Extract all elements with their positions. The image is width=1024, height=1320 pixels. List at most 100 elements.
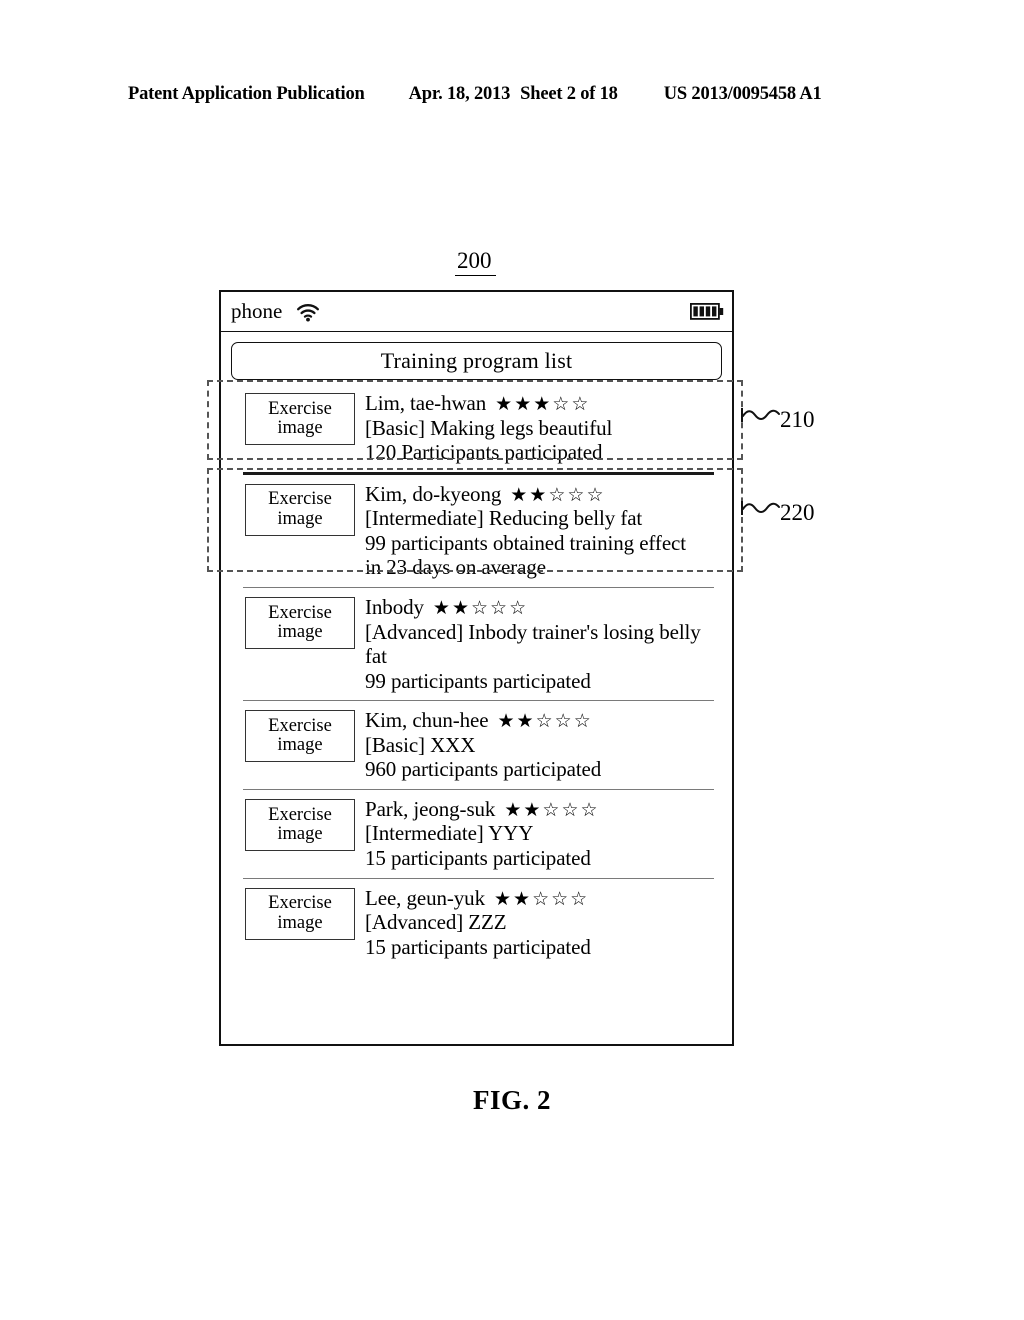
program-item-1[interactable]: Exercise image Kim, do-kyeong ★★☆☆☆ [Int…	[229, 475, 724, 587]
program-description: [Intermediate] Reducing belly fat	[365, 506, 643, 531]
thumbnail-line-2: image	[277, 912, 323, 933]
trainer-name-row: Lim, tae-hwan ★★★☆☆	[365, 391, 724, 416]
thumbnail-line-2: image	[277, 621, 323, 642]
star-empty-icon: ☆	[532, 887, 552, 910]
callout-label-220: 220	[780, 500, 815, 525]
program-participants: 15 participants participated	[365, 934, 591, 959]
phone-screen: Training program list Exercise image Lim…	[221, 332, 732, 1044]
trainer-name-row: Lee, geun-yuk ★★☆☆☆	[365, 886, 724, 911]
phone-device-frame: phone Training program list Exercise ima…	[219, 290, 734, 1046]
program-item-text: Kim, do-kyeong ★★☆☆☆ [Intermediate] Redu…	[365, 482, 724, 580]
rating-stars: ★★★☆☆	[495, 395, 590, 414]
program-item-4[interactable]: Exercise image Park, jeong-suk ★★☆☆☆ [In…	[229, 790, 724, 878]
star-empty-icon: ☆	[471, 596, 491, 619]
program-participants: 120 Participants participated	[365, 440, 603, 465]
thumbnail-line-2: image	[277, 508, 323, 529]
trainer-name-row: Kim, chun-hee ★★☆☆☆	[365, 708, 724, 733]
publication-date: Apr. 18, 2013	[408, 84, 511, 104]
program-participants: 99 participants obtained training effect	[365, 530, 686, 555]
thumbnail-line-1: Exercise	[268, 715, 332, 736]
thumbnail-line-2: image	[277, 735, 323, 756]
star-empty-icon: ☆	[580, 798, 600, 821]
thumbnail-line-2: image	[277, 418, 323, 438]
program-item-text: Inbody ★★☆☆☆ [Advanced] Inbody trainer's…	[365, 595, 724, 693]
star-filled-icon: ★	[495, 393, 515, 415]
star-empty-icon: ☆	[552, 393, 572, 415]
program-item-text: Kim, chun-hee ★★☆☆☆ [Basic] XXX 960 part…	[365, 708, 724, 782]
star-empty-icon: ☆	[542, 798, 562, 821]
star-filled-icon: ★	[451, 596, 471, 619]
program-item-text: Lim, tae-hwan ★★★☆☆ [Basic] Making legs …	[365, 391, 724, 465]
patent-number: US 2013/0095458 A1	[663, 84, 822, 104]
program-item-text: Park, jeong-suk ★★☆☆☆ [Intermediate] YYY…	[365, 797, 724, 871]
star-empty-icon: ☆	[586, 483, 606, 506]
thumbnail-line-1: Exercise	[268, 398, 332, 419]
exercise-image-thumbnail[interactable]: Exercise image	[245, 887, 355, 940]
program-item-3[interactable]: Exercise image Kim, chun-hee ★★☆☆☆ [Basi…	[229, 701, 724, 789]
program-description: [Basic] Making legs beautiful	[365, 415, 613, 440]
star-filled-icon: ★	[513, 887, 533, 910]
trainer-name: Park, jeong-suk	[365, 796, 496, 821]
sheet-number: Sheet 2 of 18	[520, 84, 618, 104]
program-description: [Advanced] Inbody trainer's losing belly…	[365, 619, 701, 669]
thumbnail-line-1: Exercise	[268, 804, 332, 825]
exercise-image-thumbnail[interactable]: Exercise image	[245, 483, 355, 536]
star-filled-icon: ★	[529, 483, 549, 506]
exercise-image-thumbnail[interactable]: Exercise image	[245, 710, 355, 763]
star-empty-icon: ☆	[509, 596, 529, 619]
wifi-icon	[296, 302, 320, 322]
star-empty-icon: ☆	[561, 798, 581, 821]
star-filled-icon: ★	[504, 798, 524, 821]
program-participants: 99 participants participated	[365, 668, 591, 693]
star-empty-icon: ☆	[548, 483, 568, 506]
rating-stars: ★★☆☆☆	[432, 596, 529, 619]
trainer-name: Inbody	[365, 594, 424, 619]
exercise-image-thumbnail[interactable]: Exercise image	[245, 393, 355, 445]
program-description: [Advanced] ZZZ	[365, 910, 507, 935]
figure-caption: FIG. 2	[472, 1085, 551, 1115]
training-program-list-title-bar: Training program list	[231, 342, 722, 380]
trainer-name: Lim, tae-hwan	[365, 391, 487, 415]
trainer-name: Kim, do-kyeong	[365, 481, 502, 506]
star-filled-icon: ★	[497, 710, 517, 733]
trainer-name: Kim, chun-hee	[365, 708, 489, 733]
star-empty-icon: ☆	[551, 887, 571, 910]
rating-stars: ★★☆☆☆	[498, 712, 593, 731]
star-empty-icon: ☆	[570, 887, 590, 910]
program-item-text: Lee, geun-yuk ★★☆☆☆ [Advanced] ZZZ 15 pa…	[365, 886, 724, 960]
training-program-list: Exercise image Lim, tae-hwan ★★★☆☆ [Basi…	[229, 384, 724, 966]
patent-page-header: Patent Application Publication Apr. 18, …	[128, 84, 896, 105]
page-title: Training program list	[380, 348, 573, 373]
rating-stars: ★★☆☆☆	[510, 483, 606, 506]
star-empty-icon: ☆	[490, 596, 510, 619]
rating-stars: ★★☆☆☆	[493, 887, 590, 910]
program-item-2[interactable]: Exercise image Inbody ★★☆☆☆ [Advanced] I…	[229, 588, 724, 700]
trainer-name-row: Kim, do-kyeong ★★☆☆☆	[365, 482, 724, 507]
star-filled-icon: ★	[432, 596, 452, 619]
star-filled-icon: ★	[510, 483, 530, 506]
star-filled-icon: ★	[514, 393, 534, 415]
star-filled-icon: ★	[516, 710, 536, 733]
device-reference-numeral: 200	[455, 248, 496, 277]
publication-label: Patent Application Publication	[128, 84, 365, 104]
rating-stars: ★★☆☆☆	[504, 798, 600, 821]
star-empty-icon: ☆	[571, 393, 591, 415]
star-empty-icon: ☆	[573, 710, 593, 733]
star-empty-icon: ☆	[554, 710, 574, 733]
star-filled-icon: ★	[533, 393, 553, 415]
exercise-image-thumbnail[interactable]: Exercise image	[245, 798, 355, 851]
trainer-name-row: Park, jeong-suk ★★☆☆☆	[365, 797, 724, 822]
star-filled-icon: ★	[493, 887, 514, 910]
program-description: [Intermediate] YYY	[365, 821, 534, 846]
battery-icon	[690, 303, 724, 320]
trainer-name-row: Inbody ★★☆☆☆	[365, 595, 724, 620]
program-item-5[interactable]: Exercise image Lee, geun-yuk ★★☆☆☆ [Adva…	[229, 879, 724, 967]
exercise-image-thumbnail[interactable]: Exercise image	[245, 596, 355, 649]
program-item-0[interactable]: Exercise image Lim, tae-hwan ★★★☆☆ [Basi…	[229, 384, 724, 472]
thumbnail-line-1: Exercise	[268, 893, 332, 914]
thumbnail-line-1: Exercise	[268, 489, 332, 510]
thumbnail-line-2: image	[277, 823, 323, 844]
program-participants: 960 participants participated	[365, 757, 602, 782]
status-bar: phone	[221, 292, 732, 332]
callout-label-210: 210	[780, 407, 815, 432]
